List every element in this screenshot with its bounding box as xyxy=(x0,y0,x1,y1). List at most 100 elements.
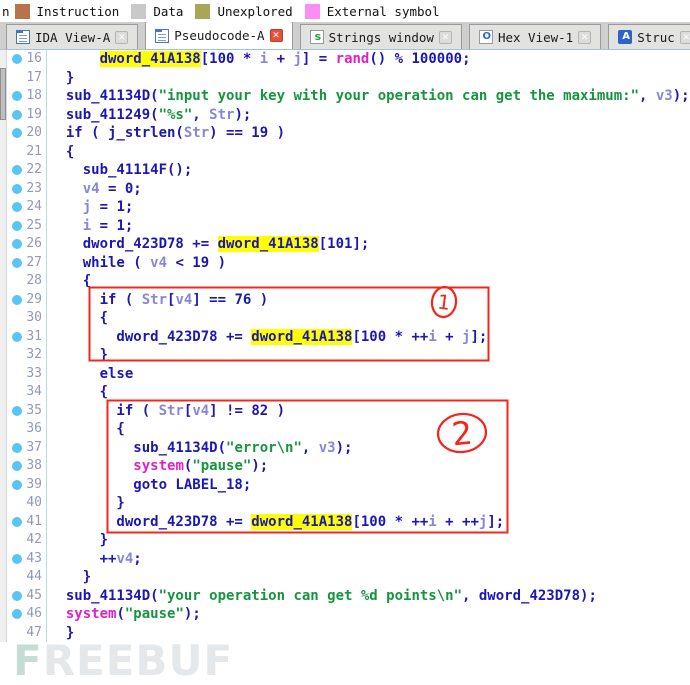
code-text[interactable]: goto LABEL_18; xyxy=(47,476,251,495)
line-gutter: 38 xyxy=(7,457,47,476)
code-text[interactable]: } xyxy=(47,69,74,88)
code-text[interactable]: sub_41134D("input your key with your ope… xyxy=(47,87,690,106)
code-listing: 16 dword_41A138[100 * i + j] = rand() % … xyxy=(7,50,690,642)
code-line: 25 i = 1; xyxy=(7,217,690,236)
code-text[interactable]: while ( v4 < 19 ) xyxy=(47,254,226,273)
legend-label: External symbol xyxy=(327,4,440,19)
code-token: [100 * ++ xyxy=(352,329,428,345)
code-token: { xyxy=(49,384,108,400)
breakpoint-dot[interactable] xyxy=(12,591,22,601)
tab-close-button[interactable]: ✕ xyxy=(270,29,283,42)
breakpoint-dot[interactable] xyxy=(12,239,22,249)
pseudocode-view: FREEBUF 16 dword_41A138[100 * i + j] = r… xyxy=(0,50,690,642)
code-text[interactable]: sub_41114F(); xyxy=(47,161,192,180)
breakpoint-dot[interactable] xyxy=(12,332,22,342)
code-token: [101]; xyxy=(319,236,370,252)
breakpoint-dot[interactable] xyxy=(12,443,22,453)
line-gutter: 42 xyxy=(7,531,47,550)
code-text[interactable]: else xyxy=(47,365,133,384)
code-text[interactable]: if ( Str[v4] == 76 ) xyxy=(47,291,268,310)
code-token: if ( xyxy=(49,403,159,419)
tab-hex-view-1[interactable]: Hex View-1✕ xyxy=(469,24,601,49)
code-line: 46 system("pause"); xyxy=(7,605,690,624)
line-number: 41 xyxy=(26,514,42,529)
legend-swatch xyxy=(195,4,210,19)
line-number: 37 xyxy=(26,440,42,455)
code-token: + ++ xyxy=(437,514,479,530)
tab-close-button[interactable]: ✕ xyxy=(439,31,452,44)
code-line: 44 } xyxy=(7,568,690,587)
code-text[interactable]: } xyxy=(47,494,125,513)
line-number: 40 xyxy=(26,495,42,510)
line-number: 23 xyxy=(26,181,42,196)
tab-pseudocode-a[interactable]: Pseudocode-A✕ xyxy=(145,22,292,49)
breakpoint-dot[interactable] xyxy=(12,480,22,490)
code-text[interactable]: if ( j_strlen(Str) == 19 ) xyxy=(47,124,285,143)
line-number: 20 xyxy=(26,125,42,140)
code-text[interactable]: dword_423D78 += dword_41A138[100 * ++i +… xyxy=(47,513,504,532)
line-number: 27 xyxy=(26,255,42,270)
code-text[interactable]: i = 1; xyxy=(47,217,133,236)
code-token: Str xyxy=(184,125,209,141)
code-token: Str xyxy=(159,403,184,419)
line-number: 45 xyxy=(26,588,42,603)
code-text[interactable]: v4 = 0; xyxy=(47,180,142,199)
code-token: v3 xyxy=(319,440,336,456)
code-token xyxy=(49,181,83,197)
code-line: 45 sub_41134D("your operation can get %d… xyxy=(7,587,690,606)
left-scrollbar[interactable] xyxy=(0,50,7,642)
code-token: ; xyxy=(133,551,141,567)
breakpoint-dot[interactable] xyxy=(12,517,22,527)
breakpoint-dot[interactable] xyxy=(12,295,22,305)
code-line: 26 dword_423D78 += dword_41A138[101]; xyxy=(7,235,690,254)
pseudocode-icon xyxy=(155,29,169,43)
code-text[interactable]: } xyxy=(47,531,108,550)
tab-close-button[interactable]: ✕ xyxy=(578,31,591,44)
line-gutter: 34 xyxy=(7,383,47,402)
code-text[interactable]: ++v4; xyxy=(47,550,142,569)
code-text[interactable]: sub_41134D("your operation can get %d po… xyxy=(47,587,597,606)
breakpoint-dot[interactable] xyxy=(12,609,22,619)
code-token: dword_423D78 += xyxy=(49,329,251,345)
legend-item-data: Data xyxy=(131,4,183,19)
code-text[interactable]: sub_411249("%s", Str); xyxy=(47,106,251,125)
code-text[interactable]: } xyxy=(47,624,74,643)
code-text[interactable]: j = 1; xyxy=(47,198,133,217)
code-text[interactable]: { xyxy=(47,420,125,439)
code-text[interactable]: system("pause"); xyxy=(47,457,268,476)
code-token: + xyxy=(437,329,462,345)
tab-strings-window[interactable]: Strings window✕ xyxy=(300,24,462,49)
code-text[interactable]: { xyxy=(47,383,108,402)
code-text[interactable]: system("pause"); xyxy=(47,605,201,624)
code-text[interactable]: dword_423D78 += dword_41A138[100 * ++i +… xyxy=(47,328,487,347)
breakpoint-dot[interactable] xyxy=(12,110,22,120)
breakpoint-dot[interactable] xyxy=(12,165,22,175)
breakpoint-dot[interactable] xyxy=(12,128,22,138)
tab-ida-view-a[interactable]: IDA View-A✕ xyxy=(6,24,138,49)
scrollbar-thumb[interactable] xyxy=(0,68,6,120)
breakpoint-dot[interactable] xyxy=(12,202,22,212)
tab-close-button[interactable]: ✕ xyxy=(115,31,128,44)
breakpoint-dot[interactable] xyxy=(12,461,22,471)
code-text[interactable]: dword_423D78 += dword_41A138[101]; xyxy=(47,235,369,254)
code-text[interactable]: { xyxy=(47,309,108,328)
line-gutter: 36 xyxy=(7,420,47,439)
breakpoint-dot[interactable] xyxy=(12,91,22,101)
code-text[interactable]: if ( Str[v4] != 82 ) xyxy=(47,402,285,421)
breakpoint-dot[interactable] xyxy=(12,184,22,194)
code-text[interactable]: } xyxy=(47,346,108,365)
breakpoint-dot[interactable] xyxy=(12,258,22,268)
breakpoint-dot[interactable] xyxy=(12,406,22,416)
code-text[interactable]: } xyxy=(47,568,91,587)
code-text[interactable]: { xyxy=(47,143,74,162)
breakpoint-dot[interactable] xyxy=(12,554,22,564)
tab-close-button[interactable]: ✕ xyxy=(680,31,690,44)
code-text[interactable]: dword_41A138[100 * i + j] = rand() % 100… xyxy=(47,50,471,69)
tab-struc[interactable]: Struc✕ xyxy=(608,24,690,49)
code-text[interactable]: { xyxy=(47,272,91,291)
line-number: 47 xyxy=(26,625,42,640)
breakpoint-dot[interactable] xyxy=(12,221,22,231)
breakpoint-dot[interactable] xyxy=(12,54,22,64)
code-token: ) == 19 ) xyxy=(209,125,285,141)
code-text[interactable]: sub_41134D("error\n", v3); xyxy=(47,439,352,458)
